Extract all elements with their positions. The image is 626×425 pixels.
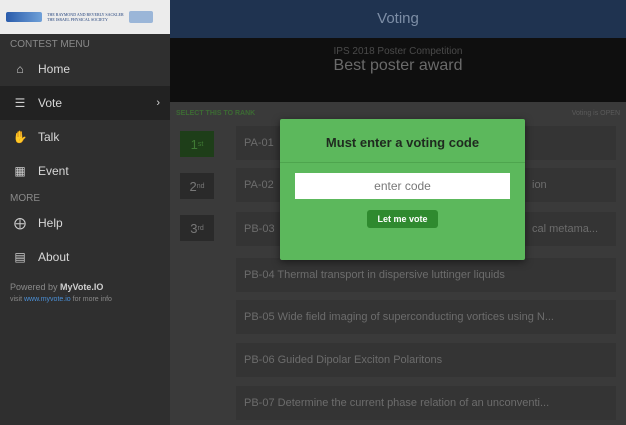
poster-item[interactable]: PB-07 Determine the current phase relati… [236, 386, 616, 420]
poster-title: PB-07 Determine the current phase relati… [244, 397, 550, 409]
dialog-title: Must enter a voting code [325, 135, 480, 150]
sidebar-item-label: Home [38, 62, 71, 76]
rank-number: 2 [189, 178, 197, 194]
poster-title: PB-03 [244, 223, 275, 235]
list-icon: ☰ [14, 96, 26, 110]
competition-name: IPS 2018 Poster Competition [333, 46, 463, 57]
poster-item[interactable]: PB-05 Wide field imaging of superconduct… [236, 300, 616, 334]
dialog-divider [280, 162, 525, 163]
contest-menu-heading: CONTEST MENU [10, 39, 90, 50]
let-me-vote-button[interactable]: Let me vote [367, 210, 438, 228]
poster-title-tail: cal metama... [532, 223, 599, 235]
rank-slot-2[interactable]: 2nd [180, 173, 214, 199]
more-heading: MORE [10, 193, 40, 204]
thumbs-up-icon: ✋ [12, 130, 28, 144]
sponsor-logo: THE RAYMOND AND BEVERLY SACKLER THE ISRAE… [0, 0, 170, 34]
voting-code-dialog: Must enter a voting code Let me vote [280, 119, 525, 260]
visit-prefix: visit [10, 296, 24, 303]
poster-title: PB-05 Wide field imaging of superconduct… [244, 311, 554, 323]
home-icon: ⌂ [16, 62, 24, 76]
poster-item[interactable]: PB-04 Thermal transport in dispersive lu… [236, 258, 616, 292]
powered-brand: MyVote.IO [60, 282, 104, 292]
rank-suffix: st [197, 140, 204, 148]
poster-title-tail: ion [532, 179, 547, 191]
page-title: Voting [170, 0, 626, 38]
sidebar: THE RAYMOND AND BEVERLY SACKLER THE ISRAE… [0, 0, 170, 425]
sidebar-item-label: Event [38, 164, 69, 178]
sidebar-item-event[interactable]: ▦ Event [0, 154, 170, 188]
select-hint: SELECT THIS TO RANK [176, 110, 256, 117]
sidebar-item-about[interactable]: ▤ About [0, 240, 170, 274]
rank-number: 1 [190, 136, 198, 152]
poster-item[interactable]: PB-06 Guided Dipolar Exciton Polaritons [236, 343, 616, 377]
lifebuoy-icon: ⨁ [14, 216, 26, 230]
poster-title: PB-04 Thermal transport in dispersive lu… [244, 269, 505, 281]
award-title: Best poster award [333, 57, 463, 74]
powered-prefix: Powered by [10, 282, 61, 292]
rank-slot-1[interactable]: 1st [180, 131, 214, 157]
poster-title: PB-06 Guided Dipolar Exciton Polaritons [244, 354, 443, 366]
calendar-icon: ▦ [14, 164, 26, 178]
rank-slot-3[interactable]: 3rd [180, 215, 214, 241]
sidebar-item-label: Vote [38, 96, 63, 110]
rank-suffix: nd [196, 182, 205, 190]
sidebar-item-vote[interactable]: ☰ Vote › [0, 86, 170, 120]
sidebar-item-talk[interactable]: ✋ Talk [0, 120, 170, 154]
voting-code-input[interactable] [295, 173, 510, 199]
sidebar-item-label: Talk [38, 130, 60, 144]
rank-number: 3 [190, 220, 198, 236]
poster-title: PA-02 [244, 179, 274, 191]
sidebar-item-home[interactable]: ⌂ Home [0, 52, 170, 86]
sidebar-item-label: About [38, 250, 70, 264]
chevron-right-icon: › [156, 97, 160, 109]
sidebar-item-help[interactable]: ⨁ Help [0, 206, 170, 240]
powered-by: Powered by MyVote.IO visit www.myvote.io… [0, 274, 170, 305]
poster-title: PA-01 [244, 137, 274, 149]
voting-status: Voting is OPEN [571, 110, 620, 117]
contest-banner: IPS 2018 Poster Competition Best poster … [170, 38, 626, 102]
document-icon: ▤ [14, 250, 26, 264]
myvote-link[interactable]: www.myvote.io [24, 296, 71, 303]
rank-suffix: rd [197, 224, 204, 232]
visit-suffix: for more info [70, 296, 112, 303]
sidebar-item-label: Help [38, 216, 63, 230]
